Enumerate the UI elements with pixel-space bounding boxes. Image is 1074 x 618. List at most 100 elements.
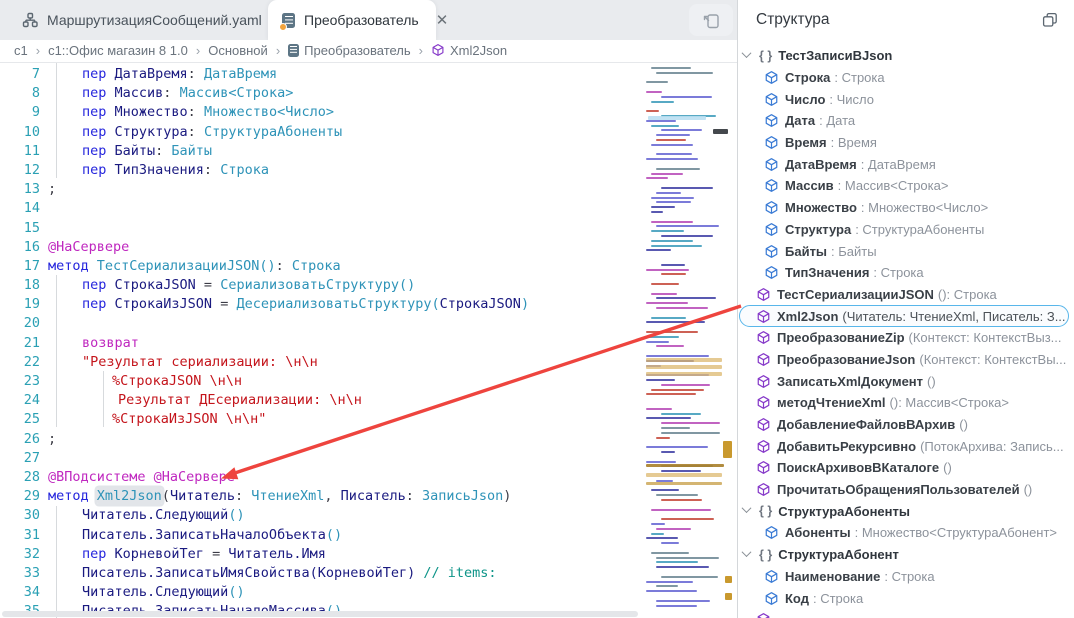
tree-item[interactable]: Число: Число bbox=[738, 88, 1074, 110]
minimap-mark bbox=[661, 576, 718, 578]
code-line[interactable]: 33Писатель.ЗаписатьИмяСвойства(КорневойТ… bbox=[0, 564, 645, 583]
tree-item[interactable]: ДатаВремя: ДатаВремя bbox=[738, 153, 1074, 175]
code-editor[interactable]: 7пер ДатаВремя: ДатаВремя8пер Массив: Ма… bbox=[0, 63, 645, 618]
cube-icon bbox=[756, 439, 771, 454]
code-line[interactable]: 18пер СтрокаJSON = СериализоватьСтруктур… bbox=[0, 276, 645, 295]
code-line[interactable]: 10пер Структура: СтруктураАбоненты bbox=[0, 123, 645, 142]
tree-item[interactable]: Код: Строка bbox=[738, 587, 1074, 609]
code-line[interactable]: 24Результат ДЕсериализации: \н\н bbox=[0, 391, 645, 410]
tree-item[interactable]: ТипЗначения: Строка bbox=[738, 262, 1074, 284]
code-line[interactable]: 20 bbox=[0, 314, 645, 333]
tree-item[interactable]: ПоискАрхивовВКаталоге() bbox=[738, 457, 1074, 479]
line-number: 31 bbox=[0, 526, 40, 545]
document-modified-icon bbox=[282, 13, 295, 28]
chevron-down-icon[interactable] bbox=[742, 48, 752, 58]
line-number: 14 bbox=[0, 199, 40, 218]
breadcrumb-item-preobrazovatel[interactable]: Преобразователь bbox=[288, 43, 411, 58]
code-line[interactable]: 32пер КорневойТег = Читатель.Имя bbox=[0, 545, 645, 564]
code-line[interactable]: 14 bbox=[0, 199, 645, 218]
paste-button[interactable] bbox=[689, 4, 733, 36]
tree-item-name: Массив bbox=[785, 178, 834, 193]
minimap-mark bbox=[651, 240, 693, 242]
tree-item[interactable]: ТестСериализацииJSON(): Строка bbox=[738, 284, 1074, 306]
horizontal-scrollbar[interactable] bbox=[2, 611, 638, 617]
windows-icon[interactable] bbox=[1042, 12, 1058, 28]
code-line[interactable]: 7пер ДатаВремя: ДатаВремя bbox=[0, 65, 645, 84]
code-line[interactable]: 22"Результат сериализации: \н\н bbox=[0, 353, 645, 372]
breadcrumb-item-c1[interactable]: c1 bbox=[14, 43, 28, 58]
tree-item[interactable]: Время: Время bbox=[738, 132, 1074, 154]
breadcrumb-item-xml2json[interactable]: Xml2Json bbox=[431, 43, 507, 58]
code-line[interactable]: 34Читатель.Следующий() bbox=[0, 583, 645, 602]
tree-item[interactable] bbox=[738, 609, 1074, 618]
minimap-mark bbox=[656, 605, 697, 607]
code-line[interactable]: 16@НаСервере bbox=[0, 238, 645, 257]
minimap-mark bbox=[656, 528, 691, 530]
cube-icon bbox=[764, 525, 779, 540]
breadcrumb-item-osnovnoy[interactable]: Основной bbox=[208, 43, 268, 58]
code-line[interactable]: 28@ВПодсистеме @НаСервере bbox=[0, 468, 645, 487]
tree-item-type: (): Массив<Строка> bbox=[890, 395, 1009, 410]
tree-item[interactable]: { }ТестЗаписиВJson bbox=[738, 45, 1074, 67]
line-number: 26 bbox=[0, 430, 40, 449]
paste-icon bbox=[702, 11, 721, 30]
tree-item[interactable]: ДобавлениеФайловВАрхив() bbox=[738, 414, 1074, 436]
close-icon[interactable]: ✕ bbox=[436, 13, 449, 28]
code-line[interactable]: 31Писатель.ЗаписатьНачалоОбъекта() bbox=[0, 526, 645, 545]
line-number: 29 bbox=[0, 487, 40, 506]
code-line[interactable]: 21возврат bbox=[0, 334, 645, 353]
minimap-mark bbox=[646, 249, 671, 251]
braces-icon: { } bbox=[759, 548, 772, 562]
tab-preobrazovatel[interactable]: Преобразователь ✕ bbox=[268, 0, 436, 40]
structure-panel: Структура { }ТестЗаписиВJsonСтрока: Стро… bbox=[738, 0, 1074, 618]
tree-item-type: () bbox=[943, 460, 952, 475]
tree-item[interactable]: Байты: Байты bbox=[738, 240, 1074, 262]
breadcrumb-item-project[interactable]: c1::Офис магазин 8 1.0 bbox=[48, 43, 188, 58]
code-line[interactable]: 30Читатель.Следующий() bbox=[0, 506, 645, 525]
cube-icon bbox=[756, 612, 771, 618]
tree-item[interactable]: Множество: Множество<Число> bbox=[738, 197, 1074, 219]
minimap[interactable] bbox=[645, 63, 737, 618]
tree-item[interactable]: ДобавитьРекурсивно(ПотокАрхива: Запись..… bbox=[738, 435, 1074, 457]
code-line[interactable]: 11пер Байты: Байты bbox=[0, 142, 645, 161]
tree-item-type: (Читатель: ЧтениеXml, Писатель: З... bbox=[842, 309, 1065, 324]
tree-item[interactable]: { }СтруктураАбоненты bbox=[738, 500, 1074, 522]
tree-item-type: : Число bbox=[829, 92, 874, 107]
tree-item[interactable]: { }СтруктураАбонент bbox=[738, 544, 1074, 566]
code-line[interactable]: 29метод Xml2Json(Читатель: ЧтениеXml, Пи… bbox=[0, 487, 645, 506]
code-line[interactable]: 17метод ТестСериализацииJSON(): Строка bbox=[0, 257, 645, 276]
minimap-mark bbox=[661, 187, 713, 189]
tree-item[interactable]: ПрочитатьОбращенияПользователей() bbox=[738, 479, 1074, 501]
code-line[interactable]: 25%СтрокаИзJSON \н\н" bbox=[0, 410, 645, 429]
tree-item-type: : Строка bbox=[884, 569, 934, 584]
chevron-down-icon[interactable] bbox=[742, 503, 752, 513]
tree-item-type: : Байты bbox=[831, 244, 877, 259]
tree-item[interactable]: Абоненты: Множество<СтруктураАбонент> bbox=[738, 522, 1074, 544]
tree-item[interactable]: ЗаписатьXmlДокумент() bbox=[738, 370, 1074, 392]
minimap-mark bbox=[651, 230, 684, 232]
minimap-mark bbox=[651, 533, 664, 535]
code-line[interactable]: 26; bbox=[0, 430, 645, 449]
tree-item[interactable]: Дата: Дата bbox=[738, 110, 1074, 132]
code-line[interactable]: 9пер Множество: Множество<Число> bbox=[0, 103, 645, 122]
tree-item[interactable]: ПреобразованиеJson(Контекст: КонтекстВы.… bbox=[738, 349, 1074, 371]
code-line[interactable]: 19пер СтрокаИзJSON = ДесериализоватьСтру… bbox=[0, 295, 645, 314]
code-line[interactable]: 13; bbox=[0, 180, 645, 199]
tab-routing-yaml[interactable]: МаршрутизацияСообщений.yaml bbox=[8, 0, 276, 40]
chevron-down-icon[interactable] bbox=[742, 547, 752, 557]
tree-item[interactable]: Структура: СтруктураАбоненты bbox=[738, 219, 1074, 241]
tree-item[interactable]: ПреобразованиеZip(Контекст: КонтекстВыз.… bbox=[738, 327, 1074, 349]
code-line[interactable]: 12пер ТипЗначения: Строка bbox=[0, 161, 645, 180]
tree-item[interactable]: Строка: Строка bbox=[738, 67, 1074, 89]
code-line[interactable]: 23%СтрокаJSON \н\н bbox=[0, 372, 645, 391]
code-line[interactable]: 15 bbox=[0, 219, 645, 238]
tree-item[interactable]: Наименование: Строка bbox=[738, 566, 1074, 588]
tree-item[interactable]: методЧтениеXml(): Массив<Строка> bbox=[738, 392, 1074, 414]
code-line[interactable]: 8пер Массив: Массив<Строка> bbox=[0, 84, 645, 103]
tree-item[interactable]: Массив: Массив<Строка> bbox=[738, 175, 1074, 197]
code-line[interactable]: 27 bbox=[0, 449, 645, 468]
minimap-mark bbox=[646, 336, 679, 338]
tree-item-selected[interactable]: Xml2Json(Читатель: ЧтениеXml, Писатель: … bbox=[738, 305, 1074, 327]
cube-icon bbox=[756, 309, 771, 324]
tree-item-name: Множество bbox=[785, 200, 857, 215]
